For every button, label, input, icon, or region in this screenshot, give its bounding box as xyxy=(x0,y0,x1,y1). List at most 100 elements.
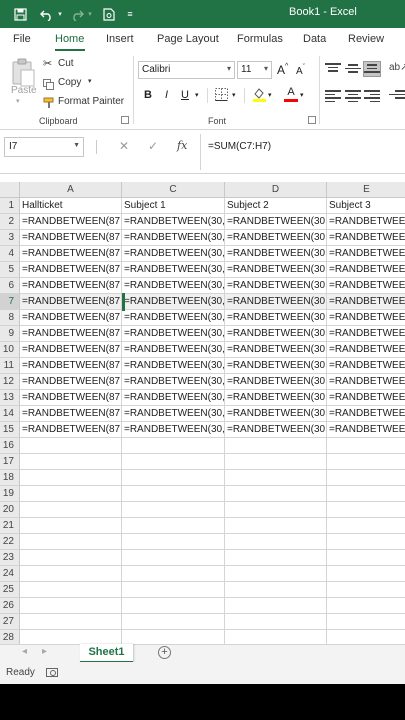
cell-a28[interactable] xyxy=(20,630,122,644)
bottom-align-icon[interactable] xyxy=(363,61,381,77)
underline-dropdown-icon[interactable]: ▾ xyxy=(195,87,199,103)
column-header-e[interactable]: E xyxy=(327,182,405,198)
cell-a2[interactable]: =RANDBETWEEN(87 xyxy=(20,214,122,230)
cell-a4[interactable]: =RANDBETWEEN(87 xyxy=(20,246,122,262)
cell-e22[interactable] xyxy=(327,534,405,550)
cell-e23[interactable] xyxy=(327,550,405,566)
redo-dropdown-icon[interactable]: ▾ xyxy=(86,4,94,24)
cell-c23[interactable] xyxy=(122,550,225,566)
cell-a22[interactable] xyxy=(20,534,122,550)
cell-c11[interactable]: =RANDBETWEEN(30, xyxy=(122,358,225,374)
cell-c15[interactable]: =RANDBETWEEN(30, xyxy=(122,422,225,438)
row-header-10[interactable]: 10 xyxy=(0,342,20,358)
cell-e6[interactable]: =RANDBETWEEN xyxy=(327,278,405,294)
row-header-27[interactable]: 27 xyxy=(0,614,20,630)
cell-d17[interactable] xyxy=(225,454,327,470)
row-header-15[interactable]: 15 xyxy=(0,422,20,438)
cell-e2[interactable]: =RANDBETWEEN xyxy=(327,214,405,230)
sheet-next-icon[interactable]: ▸ xyxy=(42,646,47,657)
tab-formulas[interactable]: Formulas xyxy=(237,33,283,45)
cell-e20[interactable] xyxy=(327,502,405,518)
row-header-16[interactable]: 16 xyxy=(0,438,20,454)
cell-c26[interactable] xyxy=(122,598,225,614)
row-header-26[interactable]: 26 xyxy=(0,598,20,614)
column-header-c[interactable]: C xyxy=(122,182,225,198)
cell-e7[interactable]: =RANDBETWEEN xyxy=(327,294,405,310)
cell-d19[interactable] xyxy=(225,486,327,502)
cell-c3[interactable]: =RANDBETWEEN(30, xyxy=(122,230,225,246)
cell-d21[interactable] xyxy=(225,518,327,534)
cell-e13[interactable]: =RANDBETWEEN xyxy=(327,390,405,406)
row-header-5[interactable]: 5 xyxy=(0,262,20,278)
cell-c6[interactable]: =RANDBETWEEN(30, xyxy=(122,278,225,294)
cell-e14[interactable]: =RANDBETWEEN xyxy=(327,406,405,422)
cell-e5[interactable]: =RANDBETWEEN xyxy=(327,262,405,278)
cell-a25[interactable] xyxy=(20,582,122,598)
cell-a9[interactable]: =RANDBETWEEN(87 xyxy=(20,326,122,342)
cell-c20[interactable] xyxy=(122,502,225,518)
cell-e3[interactable]: =RANDBETWEEN xyxy=(327,230,405,246)
cell-c13[interactable]: =RANDBETWEEN(30, xyxy=(122,390,225,406)
cell-d9[interactable]: =RANDBETWEEN(30, xyxy=(225,326,327,342)
cell-a13[interactable]: =RANDBETWEEN(87 xyxy=(20,390,122,406)
paste-icon[interactable] xyxy=(10,58,36,88)
row-header-6[interactable]: 6 xyxy=(0,278,20,294)
cell-e10[interactable]: =RANDBETWEEN xyxy=(327,342,405,358)
middle-align-icon[interactable] xyxy=(345,62,361,76)
row-header-7[interactable]: 7 xyxy=(0,294,20,310)
cut-button[interactable]: Cut xyxy=(58,58,74,69)
cell-c18[interactable] xyxy=(122,470,225,486)
cell-d7[interactable]: =RANDBETWEEN(30, xyxy=(225,294,327,310)
cell-d11[interactable]: =RANDBETWEEN(30, xyxy=(225,358,327,374)
row-header-21[interactable]: 21 xyxy=(0,518,20,534)
cell-c5[interactable]: =RANDBETWEEN(30, xyxy=(122,262,225,278)
cell-d10[interactable]: =RANDBETWEEN(30, xyxy=(225,342,327,358)
cell-d25[interactable] xyxy=(225,582,327,598)
cell-e24[interactable] xyxy=(327,566,405,582)
cell-a21[interactable] xyxy=(20,518,122,534)
cell-d18[interactable] xyxy=(225,470,327,486)
worksheet-grid[interactable]: A C D E 1 Hallticket Subject 1 Subject 2 Subject… xyxy=(0,174,405,644)
enter-icon[interactable]: ✓ xyxy=(148,139,158,153)
copy-dropdown-icon[interactable]: ▾ xyxy=(88,77,92,85)
borders-dropdown-icon[interactable]: ▾ xyxy=(232,87,236,103)
select-all-corner[interactable] xyxy=(0,182,20,198)
cell-d4[interactable]: =RANDBETWEEN(30, xyxy=(225,246,327,262)
cell-e4[interactable]: =RANDBETWEEN xyxy=(327,246,405,262)
cell-e16[interactable] xyxy=(327,438,405,454)
cell-e18[interactable] xyxy=(327,470,405,486)
cell-a6[interactable]: =RANDBETWEEN(87 xyxy=(20,278,122,294)
cell-c21[interactable] xyxy=(122,518,225,534)
cell-e27[interactable] xyxy=(327,614,405,630)
cell-d1[interactable]: Subject 2 xyxy=(225,198,327,214)
paste-button[interactable]: Paste xyxy=(11,85,37,96)
cancel-icon[interactable]: ✕ xyxy=(119,139,129,153)
font-color-button[interactable]: A xyxy=(284,86,298,103)
cell-a14[interactable]: =RANDBETWEEN(87 xyxy=(20,406,122,422)
cell-c19[interactable] xyxy=(122,486,225,502)
cell-a5[interactable]: =RANDBETWEEN(87 xyxy=(20,262,122,278)
cell-c1[interactable]: Subject 1 xyxy=(122,198,225,214)
cell-a17[interactable] xyxy=(20,454,122,470)
column-header-d[interactable]: D xyxy=(225,182,327,198)
cell-d27[interactable] xyxy=(225,614,327,630)
customize-qat-icon[interactable]: ≡ xyxy=(124,4,136,24)
borders-icon[interactable] xyxy=(215,88,228,101)
cell-e9[interactable]: =RANDBETWEEN xyxy=(327,326,405,342)
decrease-indent-icon[interactable] xyxy=(389,88,405,102)
sheet-prev-icon[interactable]: ◂ xyxy=(22,646,27,657)
row-header-14[interactable]: 14 xyxy=(0,406,20,422)
row-header-12[interactable]: 12 xyxy=(0,374,20,390)
cell-c10[interactable]: =RANDBETWEEN(30, xyxy=(122,342,225,358)
row-header-11[interactable]: 11 xyxy=(0,358,20,374)
redo-icon[interactable] xyxy=(68,4,86,24)
sheet-tab-sheet1[interactable]: Sheet1 xyxy=(80,644,133,663)
print-preview-icon[interactable] xyxy=(101,4,117,24)
cell-c22[interactable] xyxy=(122,534,225,550)
cell-a7[interactable]: =RANDBETWEEN(87 xyxy=(20,294,122,310)
cell-c27[interactable] xyxy=(122,614,225,630)
cell-d22[interactable] xyxy=(225,534,327,550)
cell-c9[interactable]: =RANDBETWEEN(30, xyxy=(122,326,225,342)
cell-a11[interactable]: =RANDBETWEEN(87 xyxy=(20,358,122,374)
row-header-22[interactable]: 22 xyxy=(0,534,20,550)
